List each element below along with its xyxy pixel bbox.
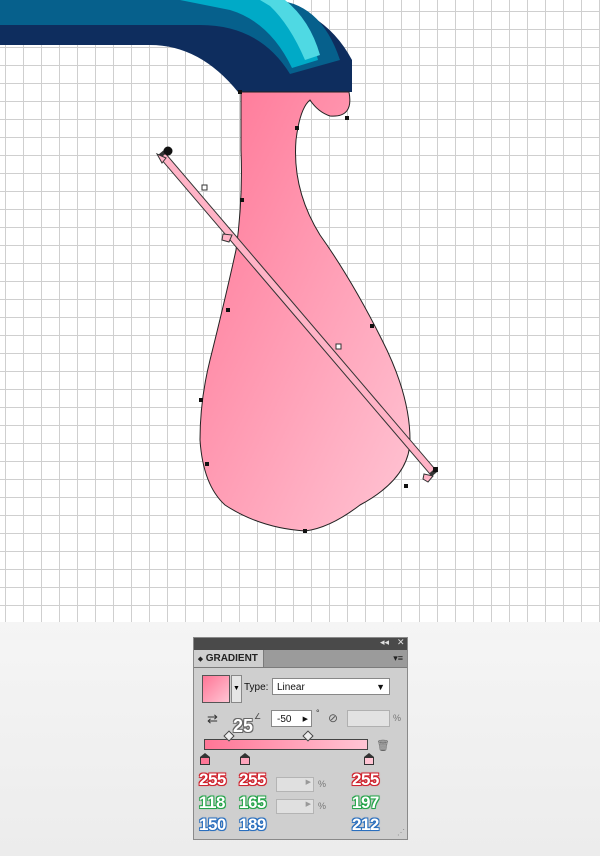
stop1-green: 118: [199, 793, 225, 812]
location-percent: %: [318, 801, 327, 811]
opacity-percent: %: [318, 779, 327, 789]
stop2-blue: 189: [239, 815, 266, 834]
type-select[interactable]: Linear ▼: [272, 678, 390, 695]
gradient-swatch[interactable]: [202, 675, 230, 703]
angle-input[interactable]: -50 ▶: [271, 710, 312, 727]
artboard-canvas[interactable]: [0, 0, 600, 622]
opacity-field[interactable]: ▶: [276, 777, 314, 792]
resize-grip-icon[interactable]: ⋰: [397, 828, 405, 837]
stop2-red: 255: [239, 770, 266, 789]
panel-menu-icon[interactable]: ▾≡: [393, 653, 403, 664]
gradient-stop[interactable]: [200, 753, 210, 765]
type-label: Type:: [244, 682, 269, 693]
stop3-red: 255: [352, 770, 379, 789]
tab-gradient[interactable]: ⬥ GRADIENT: [194, 650, 264, 667]
angle-badge: 25: [233, 716, 254, 736]
aspect-ratio-input[interactable]: [347, 710, 390, 727]
location-field[interactable]: ▶: [276, 799, 314, 814]
panel-tab-row: ⬥ GRADIENT ▾≡: [194, 650, 407, 668]
artwork: [0, 0, 438, 533]
aspect-ratio-icon: ⊘: [328, 711, 339, 725]
stop3-blue: 212: [352, 815, 379, 834]
reverse-gradient-icon[interactable]: ⇄: [207, 711, 218, 727]
stop1-blue: 150: [199, 815, 226, 834]
stop3-green: 197: [352, 793, 379, 812]
gradient-stop[interactable]: [364, 753, 374, 765]
angle-value: -50: [277, 714, 292, 725]
collapse-icon[interactable]: ◂◂: [380, 637, 389, 648]
tab-arrow-icon: ⬥: [198, 656, 203, 663]
swatch-dropdown-icon[interactable]: ▼: [231, 675, 242, 703]
type-value: Linear: [277, 682, 305, 693]
gradient-stop[interactable]: [240, 753, 250, 765]
tab-gradient-label: GRADIENT: [205, 653, 258, 664]
stop2-green: 165: [239, 793, 266, 812]
angle-icon: ∠: [254, 712, 262, 721]
drop-shape: [199, 91, 411, 532]
close-icon[interactable]: ✕: [397, 637, 405, 648]
chevron-right-icon: ▶: [302, 716, 308, 723]
degree-symbol: °: [316, 708, 320, 718]
gradient-panel: ◂◂ ✕ ⬥ GRADIENT ▾≡ ▼ Type: Linear ▼ ⇄ 25…: [193, 637, 408, 840]
aspect-percent: %: [393, 713, 402, 723]
faucet: [0, 0, 352, 92]
stop1-red: 255: [199, 770, 226, 789]
chevron-down-icon: ▼: [376, 682, 385, 692]
trash-icon[interactable]: 🗑: [376, 739, 390, 752]
panel-titlebar: ◂◂ ✕: [194, 637, 407, 650]
